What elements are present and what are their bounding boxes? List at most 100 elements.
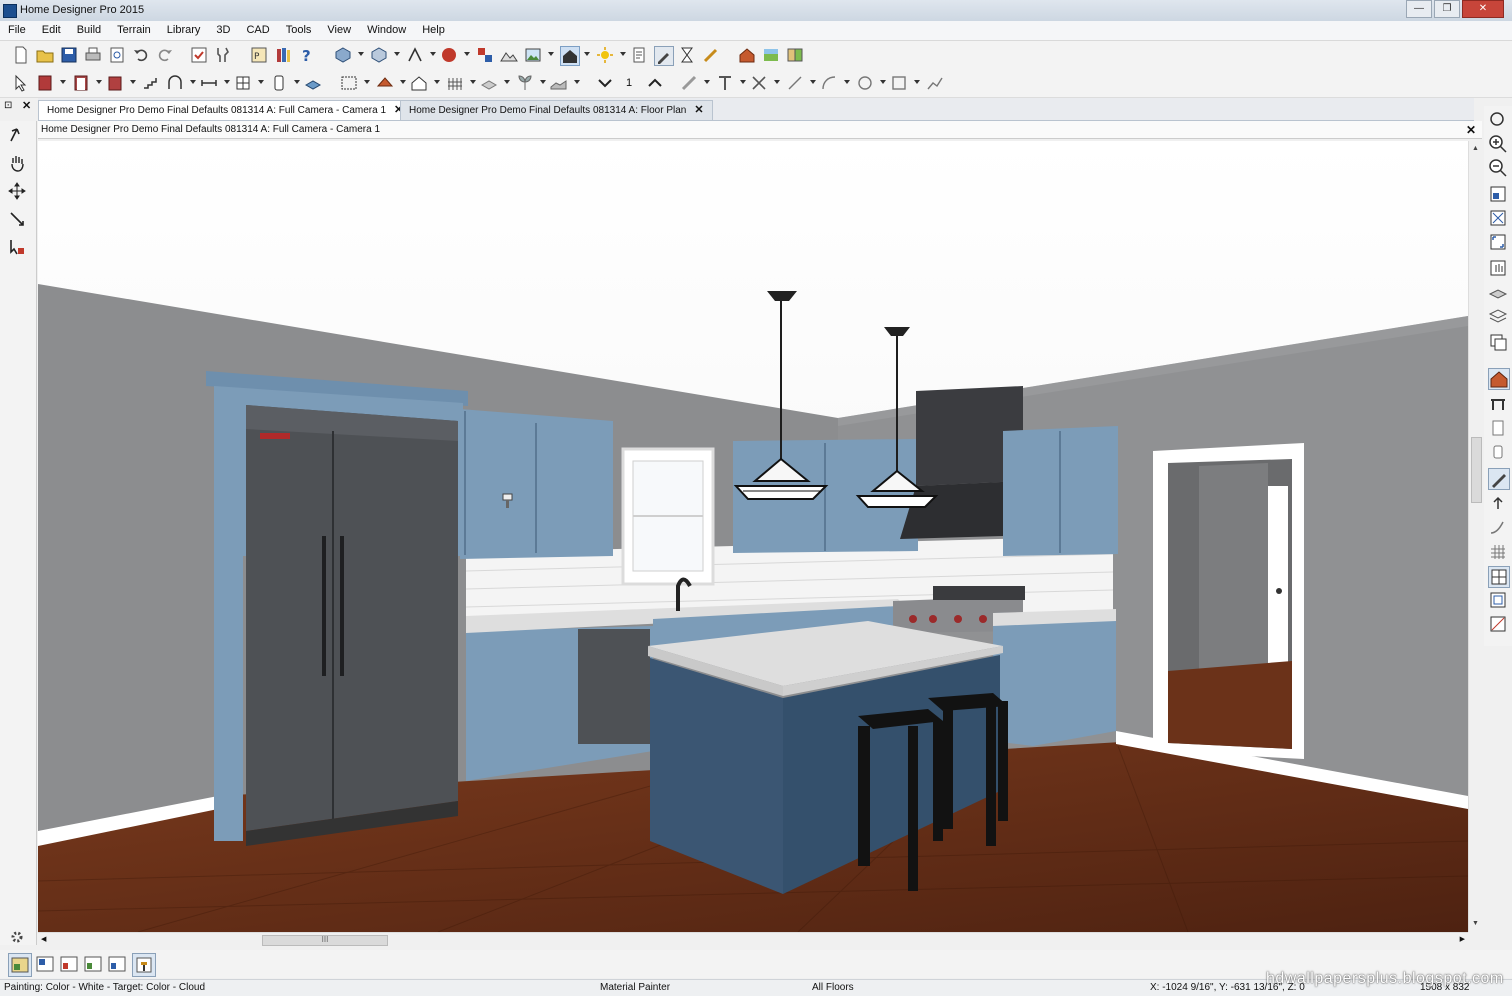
zoom-out-icon[interactable]	[1488, 158, 1508, 178]
draw-arc-icon[interactable]	[820, 74, 838, 92]
vertical-scrollbar[interactable]: ▲ ▼	[1468, 141, 1483, 932]
save-icon[interactable]	[60, 46, 78, 64]
plan-view-icon[interactable]	[8, 953, 32, 977]
draw-box-icon[interactable]	[890, 74, 908, 92]
materials-icon[interactable]	[476, 46, 494, 64]
fill-window-icon[interactable]	[1488, 208, 1508, 228]
menu-build[interactable]: Build	[69, 21, 109, 40]
library-books-icon[interactable]	[274, 46, 292, 64]
export-icon[interactable]	[1488, 494, 1508, 514]
room-tool-icon[interactable]	[340, 74, 358, 92]
menu-tools[interactable]: Tools	[278, 21, 320, 40]
house-view-icon[interactable]	[560, 46, 580, 66]
draw-line-icon[interactable]	[786, 74, 804, 92]
3d-camera-viewport[interactable]	[38, 141, 1468, 932]
materials-list-icon[interactable]: P	[250, 46, 268, 64]
menu-3d[interactable]: 3D	[208, 21, 238, 40]
tilt-camera-icon[interactable]	[7, 209, 27, 229]
tab-full-camera[interactable]: Home Designer Pro Demo Final Defaults 08…	[38, 100, 413, 120]
menu-library[interactable]: Library	[159, 21, 209, 40]
settings-gear-icon[interactable]	[7, 927, 27, 947]
paint-select-icon[interactable]	[7, 237, 27, 257]
orbit-camera-icon[interactable]	[7, 125, 27, 145]
pin-window-icon[interactable]: ⊡	[4, 100, 12, 111]
landscape-icon[interactable]	[762, 46, 780, 64]
floor-up-icon[interactable]	[646, 74, 664, 92]
menu-help[interactable]: Help	[414, 21, 453, 40]
vertical-scroll-thumb[interactable]	[1471, 437, 1482, 503]
room-grid-icon[interactable]	[1488, 590, 1508, 610]
move-arrows-icon[interactable]	[7, 181, 27, 201]
elevation-icon[interactable]	[1488, 614, 1508, 634]
edit-tool-icon[interactable]	[654, 46, 674, 66]
maximize-button[interactable]: ❐	[1434, 0, 1460, 18]
draw-circle-icon[interactable]	[856, 74, 874, 92]
horizontal-scroll-thumb[interactable]: III	[262, 935, 388, 946]
zoom-window-icon[interactable]	[1488, 184, 1508, 204]
pan-view-icon[interactable]	[1488, 258, 1508, 278]
window-tool-icon[interactable]	[234, 74, 252, 92]
close-tab-icon[interactable]: ✕	[694, 104, 703, 116]
help-icon[interactable]: ?	[298, 46, 316, 64]
floor-tool-icon[interactable]	[304, 74, 322, 92]
menu-file[interactable]: File	[0, 21, 34, 40]
menu-cad[interactable]: CAD	[238, 21, 277, 40]
pencil-icon[interactable]	[702, 46, 720, 64]
new-file-icon[interactable]	[12, 46, 30, 64]
cad-lines-icon[interactable]	[750, 74, 768, 92]
grid-icon[interactable]	[1488, 542, 1508, 562]
select-arrow-icon[interactable]	[12, 74, 30, 92]
house-tool-icon[interactable]	[410, 74, 428, 92]
pin-close-icon[interactable]: ✕	[22, 99, 31, 112]
plan-grid-icon[interactable]	[1488, 566, 1510, 588]
dimension-tool-icon[interactable]	[200, 74, 218, 92]
layers-icon[interactable]	[630, 46, 648, 64]
undo-view-icon[interactable]	[1488, 110, 1508, 130]
object-view-icon[interactable]	[1488, 442, 1508, 462]
wall-tool-icon[interactable]	[36, 74, 54, 92]
copy-view-icon[interactable]	[1488, 332, 1508, 352]
3d-view-icon[interactable]	[334, 46, 352, 64]
plant-tool-icon[interactable]	[516, 74, 534, 92]
menu-view[interactable]: View	[319, 21, 359, 40]
backdrop-icon[interactable]	[524, 46, 542, 64]
pan-hand-icon[interactable]	[7, 153, 27, 173]
terrain-icon[interactable]	[500, 46, 518, 64]
camera-icon[interactable]	[370, 46, 388, 64]
polyline-icon[interactable]	[926, 74, 944, 92]
print-preview-icon[interactable]	[108, 46, 126, 64]
report-icon[interactable]	[58, 953, 80, 975]
scroll-up-icon[interactable]: ▲	[1472, 145, 1479, 152]
sun-icon[interactable]	[596, 46, 614, 64]
curve-icon[interactable]	[1488, 518, 1508, 538]
scroll-right-icon[interactable]: ▶	[1460, 935, 1465, 943]
layout-icon[interactable]	[34, 953, 56, 975]
schedule-icon[interactable]	[82, 953, 104, 975]
undo-icon[interactable]	[132, 46, 150, 64]
tools-icon[interactable]	[214, 46, 232, 64]
door-view-icon[interactable]	[1488, 418, 1508, 438]
full-screen-icon[interactable]	[1488, 232, 1508, 252]
roof-tool-icon[interactable]	[376, 74, 394, 92]
slab-tool-icon[interactable]	[480, 74, 498, 92]
house-exterior-icon[interactable]	[738, 46, 756, 64]
plan-layers-icon[interactable]	[1488, 282, 1508, 302]
close-view-icon[interactable]: ✕	[1466, 121, 1476, 139]
cabinet-view-icon[interactable]	[1488, 394, 1508, 414]
text-tool-icon[interactable]	[716, 74, 734, 92]
material-painter-icon[interactable]	[132, 953, 156, 977]
electrical-tool-icon[interactable]	[270, 74, 288, 92]
menu-window[interactable]: Window	[359, 21, 414, 40]
tab-floor-plan[interactable]: Home Designer Pro Demo Final Defaults 08…	[400, 100, 713, 120]
floor-down-icon[interactable]	[596, 74, 614, 92]
line-style-icon[interactable]	[680, 74, 698, 92]
checklist-icon[interactable]	[190, 46, 208, 64]
render-icon[interactable]	[440, 46, 458, 64]
hourglass-icon[interactable]	[678, 46, 696, 64]
terrain-tool-icon[interactable]	[550, 74, 568, 92]
elevation-sheet-icon[interactable]	[106, 953, 128, 975]
multi-view-icon[interactable]	[786, 46, 804, 64]
scroll-down-icon[interactable]: ▼	[1472, 920, 1479, 927]
scroll-left-icon[interactable]: ◀	[41, 935, 46, 943]
close-window-button[interactable]: ✕	[1462, 0, 1504, 18]
